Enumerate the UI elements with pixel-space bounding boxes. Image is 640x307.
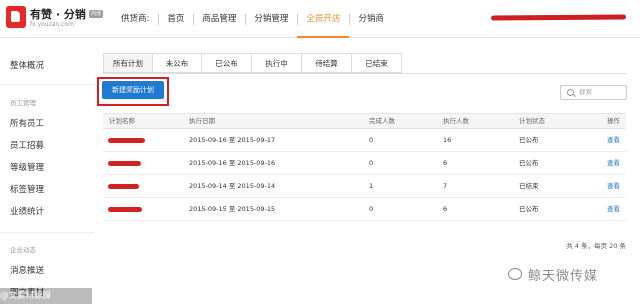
nav-supplier-label: 供货商: xyxy=(121,14,150,24)
sidebar-divider xyxy=(0,84,94,85)
col-plan-name: 计划名称 xyxy=(109,117,135,125)
sidebar-item-levels[interactable]: 等级管理 xyxy=(10,161,44,173)
search-input[interactable]: 搜索 xyxy=(560,85,627,100)
sidebar-item-recruit[interactable]: 员工招募 xyxy=(10,139,44,151)
search-icon xyxy=(567,89,574,96)
plan-status: 已公布 xyxy=(519,159,539,167)
completed-count: 1 xyxy=(369,182,374,190)
completed-count: 0 xyxy=(369,205,374,213)
top-nav: 供货商: 首页 商品管理 分销管理 全员开店 分销商 xyxy=(112,0,393,38)
tab-pending-settlement[interactable]: 待结算 xyxy=(302,53,352,73)
executing-count: 6 xyxy=(443,205,448,213)
completed-count: 0 xyxy=(369,136,374,144)
sidebar-group-staff: 员工管理 xyxy=(10,99,36,107)
execution-date: 2015-09-14 至 2015-09-14 xyxy=(189,182,276,190)
sidebar-item-all-staff[interactable]: 所有员工 xyxy=(10,117,44,129)
logo[interactable]: 有赞 · 分销 内测 fx.youzan.com xyxy=(6,5,104,33)
plans-table: 计划名称 执行日期 完成人数 执行人数 计划状态 操作 2015-09-16 至… xyxy=(103,113,626,221)
redacted-plan-name[interactable] xyxy=(108,138,145,143)
tab-in-progress[interactable]: 执行中 xyxy=(252,53,302,73)
view-link[interactable]: 查看 xyxy=(607,175,620,197)
sidebar-item-performance[interactable]: 业绩统计 xyxy=(10,205,44,217)
tab-all-plans[interactable]: 所有计划 xyxy=(104,53,153,73)
redacted-plan-name[interactable] xyxy=(108,207,142,212)
execution-date: 2015-09-16 至 2015-09-17 xyxy=(189,136,276,144)
col-completed-count: 完成人数 xyxy=(369,117,395,125)
plan-status-tabs: 所有计划 未公布 已公布 执行中 待结算 已结束 xyxy=(103,53,402,73)
sidebar-item-tags[interactable]: 标签管理 xyxy=(10,183,44,195)
logo-title: 有赞 · 分销 xyxy=(30,8,86,21)
plan-status: 已公布 xyxy=(519,136,539,144)
executing-count: 7 xyxy=(443,182,448,190)
tab-ended[interactable]: 已结束 xyxy=(352,53,402,73)
plan-status: 已结束 xyxy=(519,182,539,190)
col-plan-status: 计划状态 xyxy=(519,117,545,125)
redacted-plan-name[interactable] xyxy=(108,184,139,189)
col-executing-count: 执行人数 xyxy=(443,117,469,125)
view-link[interactable]: 查看 xyxy=(607,152,620,174)
tab-unpublished[interactable]: 未公布 xyxy=(153,53,202,73)
bottom-watermark: @文素材鲸媒 xyxy=(0,288,92,304)
sidebar-divider xyxy=(0,232,94,233)
tab-published[interactable]: 已公布 xyxy=(202,53,252,73)
executing-count: 6 xyxy=(443,159,448,167)
table-row: 2015-09-14 至 2015-09-14 1 7 已结束 查看 xyxy=(103,175,626,198)
view-link[interactable]: 查看 xyxy=(607,129,620,151)
nav-all-staff-store[interactable]: 全员开店 xyxy=(297,0,350,38)
col-actions: 操作 xyxy=(607,117,620,125)
plan-status: 已公布 xyxy=(519,205,539,213)
executing-count: 16 xyxy=(443,136,452,144)
nav-distributors[interactable]: 分销商 xyxy=(349,0,393,38)
view-link[interactable]: 查看 xyxy=(607,198,620,220)
redacted-plan-name[interactable] xyxy=(108,161,141,166)
thumbs-up-logo-icon xyxy=(6,6,26,28)
execution-date: 2015-09-16 至 2015-09-16 xyxy=(189,159,276,167)
table-header: 计划名称 执行日期 完成人数 执行人数 计划状态 操作 xyxy=(103,113,626,129)
pagination-summary: 共 4 条，每页 20 条 xyxy=(566,242,626,250)
sidebar: 整体概况 员工管理 所有员工 员工招募 等级管理 标签管理 业绩统计 企业动态 … xyxy=(0,39,94,307)
sidebar-item-overview[interactable]: 整体概况 xyxy=(10,59,44,71)
search-placeholder: 搜索 xyxy=(579,88,592,96)
watermark: 鲸天微传媒 xyxy=(508,262,598,286)
redacted-account-name[interactable] xyxy=(490,14,627,21)
tabs-divider xyxy=(103,73,626,74)
sidebar-group-marketing: 企业动态 xyxy=(10,246,36,254)
nav-home[interactable]: 首页 xyxy=(158,0,193,38)
new-reward-plan-button[interactable]: 新建奖励计划 xyxy=(102,81,164,99)
table-row: 2015-09-16 至 2015-09-16 0 6 已公布 查看 xyxy=(103,152,626,175)
nav-products[interactable]: 商品管理 xyxy=(193,0,245,38)
watermark-text: 鲸天微传媒 xyxy=(528,268,599,284)
col-execution-date: 执行日期 xyxy=(189,117,215,125)
table-row: 2015-09-16 至 2015-09-17 0 16 已公布 查看 xyxy=(103,129,626,152)
logo-url: fx.youzan.com xyxy=(30,21,74,28)
table-row: 2015-09-15 至 2015-09-15 0 6 已公布 查看 xyxy=(103,198,626,221)
top-bar: 有赞 · 分销 内测 fx.youzan.com 供货商: 首页 商品管理 分销… xyxy=(0,0,640,38)
sidebar-item-push[interactable]: 消息推送 xyxy=(10,264,44,276)
nav-distribution[interactable]: 分销管理 xyxy=(245,0,297,38)
execution-date: 2015-09-15 至 2015-09-15 xyxy=(189,205,276,213)
wechat-icon xyxy=(508,268,522,280)
completed-count: 0 xyxy=(369,159,374,167)
beta-badge: 内测 xyxy=(89,10,104,18)
